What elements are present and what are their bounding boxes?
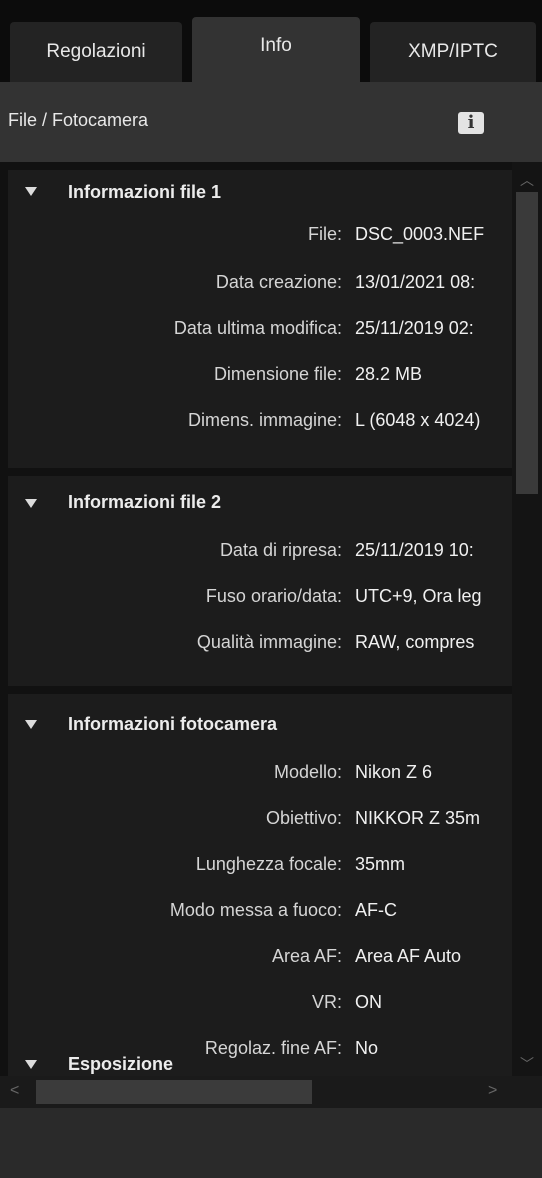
info-row: Fuso orario/data: UTC+9, Ora leg	[0, 586, 512, 626]
row-value: L (6048 x 4024)	[355, 410, 481, 430]
info-row: Data creazione: 13/01/2021 08:	[0, 272, 512, 312]
row-label: Regolaz. fine AF:	[204, 1038, 342, 1058]
info-row: Obiettivo: NIKKOR Z 35m	[0, 808, 512, 848]
vertical-scrollbar[interactable]: ︿ ﹀	[512, 162, 542, 1076]
row-label: Dimens. immagine:	[187, 410, 342, 430]
info-row: Data ultima modifica: 25/11/2019 02:	[0, 318, 512, 358]
vertical-scroll-thumb[interactable]	[516, 192, 538, 494]
scroll-up-icon[interactable]: ︿	[518, 170, 536, 188]
collapse-triangle-icon[interactable]	[25, 187, 37, 196]
tab-xmp-iptc[interactable]: XMP/IPTC	[370, 22, 536, 82]
info-row: File: DSC_0003.NEF	[0, 224, 512, 264]
info-row: Modello: Nikon Z 6	[0, 762, 512, 802]
collapse-triangle-icon[interactable]	[25, 1060, 37, 1069]
info-row: Dimensione file: 28.2 MB	[0, 364, 512, 404]
bottom-bar	[0, 1108, 542, 1178]
row-label: Fuso orario/data:	[205, 586, 342, 606]
group-title[interactable]: Informazioni file 1	[68, 182, 221, 203]
collapse-triangle-icon[interactable]	[25, 720, 37, 729]
scroll-left-icon[interactable]: <	[10, 1082, 19, 1100]
info-row: Dimens. immagine: L (6048 x 4024)	[0, 410, 512, 450]
row-label: Lunghezza focale:	[195, 854, 342, 874]
row-value: 25/11/2019 02:	[355, 318, 474, 338]
row-label: Data di ripresa:	[219, 540, 342, 560]
row-label: File:	[307, 224, 342, 244]
row-value: RAW, compres	[355, 632, 475, 652]
info-row: Data di ripresa: 25/11/2019 10:	[0, 540, 512, 580]
row-label: Dimensione file:	[213, 364, 342, 384]
row-value: 35mm	[355, 854, 406, 874]
row-value: 13/01/2021 08:	[355, 272, 476, 292]
tab-bar: Regolazioni Info XMP/IPTC	[0, 0, 542, 82]
row-value: Nikon Z 6	[355, 762, 433, 782]
horizontal-scrollbar[interactable]: < >	[0, 1076, 542, 1108]
row-value: No	[355, 1038, 379, 1058]
row-value: 28.2 MB	[355, 364, 423, 384]
row-label: VR:	[311, 992, 342, 1012]
row-label: Obiettivo:	[265, 808, 342, 828]
row-label: Area AF:	[271, 946, 342, 966]
info-row: VR: ON	[0, 992, 512, 1032]
scroll-down-icon[interactable]: ﹀	[518, 1054, 536, 1072]
tab-info[interactable]: Info	[192, 17, 360, 82]
row-label: Data creazione:	[215, 272, 342, 292]
collapse-triangle-icon[interactable]	[25, 499, 37, 508]
row-label: Qualità immagine:	[196, 632, 342, 652]
section-title: File / Fotocamera	[8, 110, 149, 130]
row-value: DSC_0003.NEF	[355, 224, 485, 244]
info-row: Qualità immagine: RAW, compres	[0, 632, 512, 672]
row-value: AF-C	[355, 900, 397, 920]
info-content: Informazioni file 1 File: DSC_0003.NEF D…	[0, 162, 512, 1076]
scroll-right-icon[interactable]: >	[488, 1082, 497, 1100]
group-title[interactable]: Esposizione	[68, 1054, 173, 1075]
row-value: Area AF Auto	[355, 946, 462, 966]
row-value: UTC+9, Ora leg	[355, 586, 482, 606]
row-label: Modo messa a fuoco:	[169, 900, 342, 920]
row-label: Data ultima modifica:	[173, 318, 342, 338]
info-row: Lunghezza focale: 35mm	[0, 854, 512, 894]
row-label: Modello:	[273, 762, 342, 782]
info-row: Modo messa a fuoco: AF-C	[0, 900, 512, 940]
row-value: ON	[355, 992, 382, 1012]
info-row: Area AF: Area AF Auto	[0, 946, 512, 986]
group-title[interactable]: Informazioni file 2	[68, 492, 221, 513]
row-value: 25/11/2019 10:	[355, 540, 474, 560]
group-title[interactable]: Informazioni fotocamera	[68, 714, 277, 735]
row-value: NIKKOR Z 35m	[355, 808, 481, 828]
horizontal-scroll-thumb[interactable]	[36, 1080, 312, 1104]
info-icon[interactable]: i	[458, 112, 484, 134]
tab-regolazioni[interactable]: Regolazioni	[10, 22, 182, 82]
